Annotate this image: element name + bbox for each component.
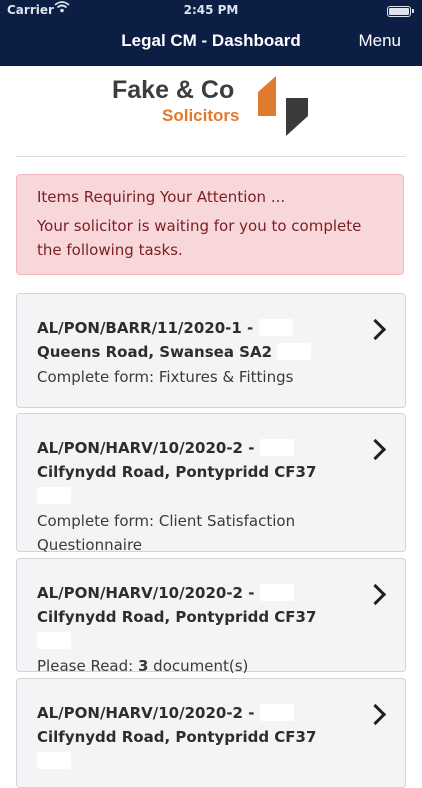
task-reference-code: AL/PON/BARR/11/2020-1 -	[37, 319, 254, 337]
task-reference-address: Cilfynydd Road, Pontypridd CF37	[37, 728, 317, 746]
chevron-right-icon	[364, 438, 387, 461]
redacted-block	[37, 632, 71, 649]
task-card[interactable]: AL/PON/HARV/10/2020-2 - Cilfynydd Road, …	[16, 413, 406, 554]
status-bar: Carrier 2:45 PM	[0, 0, 422, 22]
task-reference: AL/PON/HARV/10/2020-2 - Cilfynydd Road, …	[37, 581, 353, 653]
task-description-text: Complete form: Fixtures & Fittings	[37, 368, 294, 386]
task-reference-street: Queens	[37, 343, 101, 361]
redacted-block	[259, 584, 294, 601]
redacted-block	[258, 319, 293, 336]
task-description-text: Complete form: Client Satisfaction Quest…	[37, 512, 296, 554]
task-description: Please Read: 3 document(s)	[37, 654, 353, 678]
task-card[interactable]: AL/PON/HARV/10/2020-2 - Cilfynydd Road, …	[16, 678, 406, 788]
task-reference: AL/PON/HARV/10/2020-2 - Cilfynydd Road, …	[37, 701, 353, 773]
chevron-right-icon	[364, 318, 387, 341]
status-clock: 2:45 PM	[183, 3, 239, 17]
redacted-block	[259, 704, 294, 721]
task-reference-code: AL/PON/HARV/10/2020-2 -	[37, 584, 255, 602]
task-card[interactable]: AL/PON/HARV/10/2020-2 - Cilfynydd Road, …	[16, 558, 406, 675]
logo-mark-icon	[258, 76, 308, 136]
task-card[interactable]: AL/PON/BARR/11/2020-1 - Queens Road, Swa…	[16, 293, 406, 408]
divider	[16, 156, 406, 157]
task-reference-code: AL/PON/HARV/10/2020-2 -	[37, 439, 255, 457]
battery-icon	[387, 6, 411, 17]
task-reference-address: Cilfynydd Road, Pontypridd CF37	[37, 608, 317, 626]
task-reference: AL/PON/HARV/10/2020-2 - Cilfynydd Road, …	[37, 436, 353, 508]
battery-cap-icon	[412, 9, 414, 13]
redacted-block	[37, 487, 71, 504]
task-description: Complete form: Fixtures & Fittings	[37, 365, 353, 389]
alert-message: Your solicitor is waiting for you to com…	[37, 217, 362, 259]
task-description-text: Please Read:	[37, 657, 138, 675]
menu-button[interactable]: Menu	[358, 31, 401, 51]
logo-line2: Solicitors	[162, 106, 240, 125]
task-description-suffix: document(s)	[148, 657, 249, 675]
redacted-block	[37, 752, 71, 769]
chevron-right-icon	[364, 583, 387, 606]
attention-alert: Items Requiring Your Attention ... Your …	[16, 174, 404, 275]
redacted-block	[277, 343, 312, 360]
task-reference-address: Road, Swansea SA2	[105, 343, 273, 361]
task-reference-code: AL/PON/HARV/10/2020-2 -	[37, 704, 255, 722]
alert-title: Items Requiring Your Attention ...	[37, 188, 286, 206]
task-reference-address: Cilfynydd Road, Pontypridd CF37	[37, 463, 317, 481]
chevron-right-icon	[364, 703, 387, 726]
task-document-count: 3	[137, 657, 149, 675]
app-header: Carrier 2:45 PM Legal CM - Dashboard Men…	[0, 0, 422, 66]
task-description: Complete form: Client Satisfaction Quest…	[37, 509, 353, 557]
task-reference: AL/PON/BARR/11/2020-1 - Queens Road, Swa…	[37, 316, 353, 364]
company-logo: Fake & Co Solicitors	[110, 72, 310, 140]
redacted-block	[259, 439, 294, 456]
logo-line1: Fake & Co	[112, 76, 235, 104]
